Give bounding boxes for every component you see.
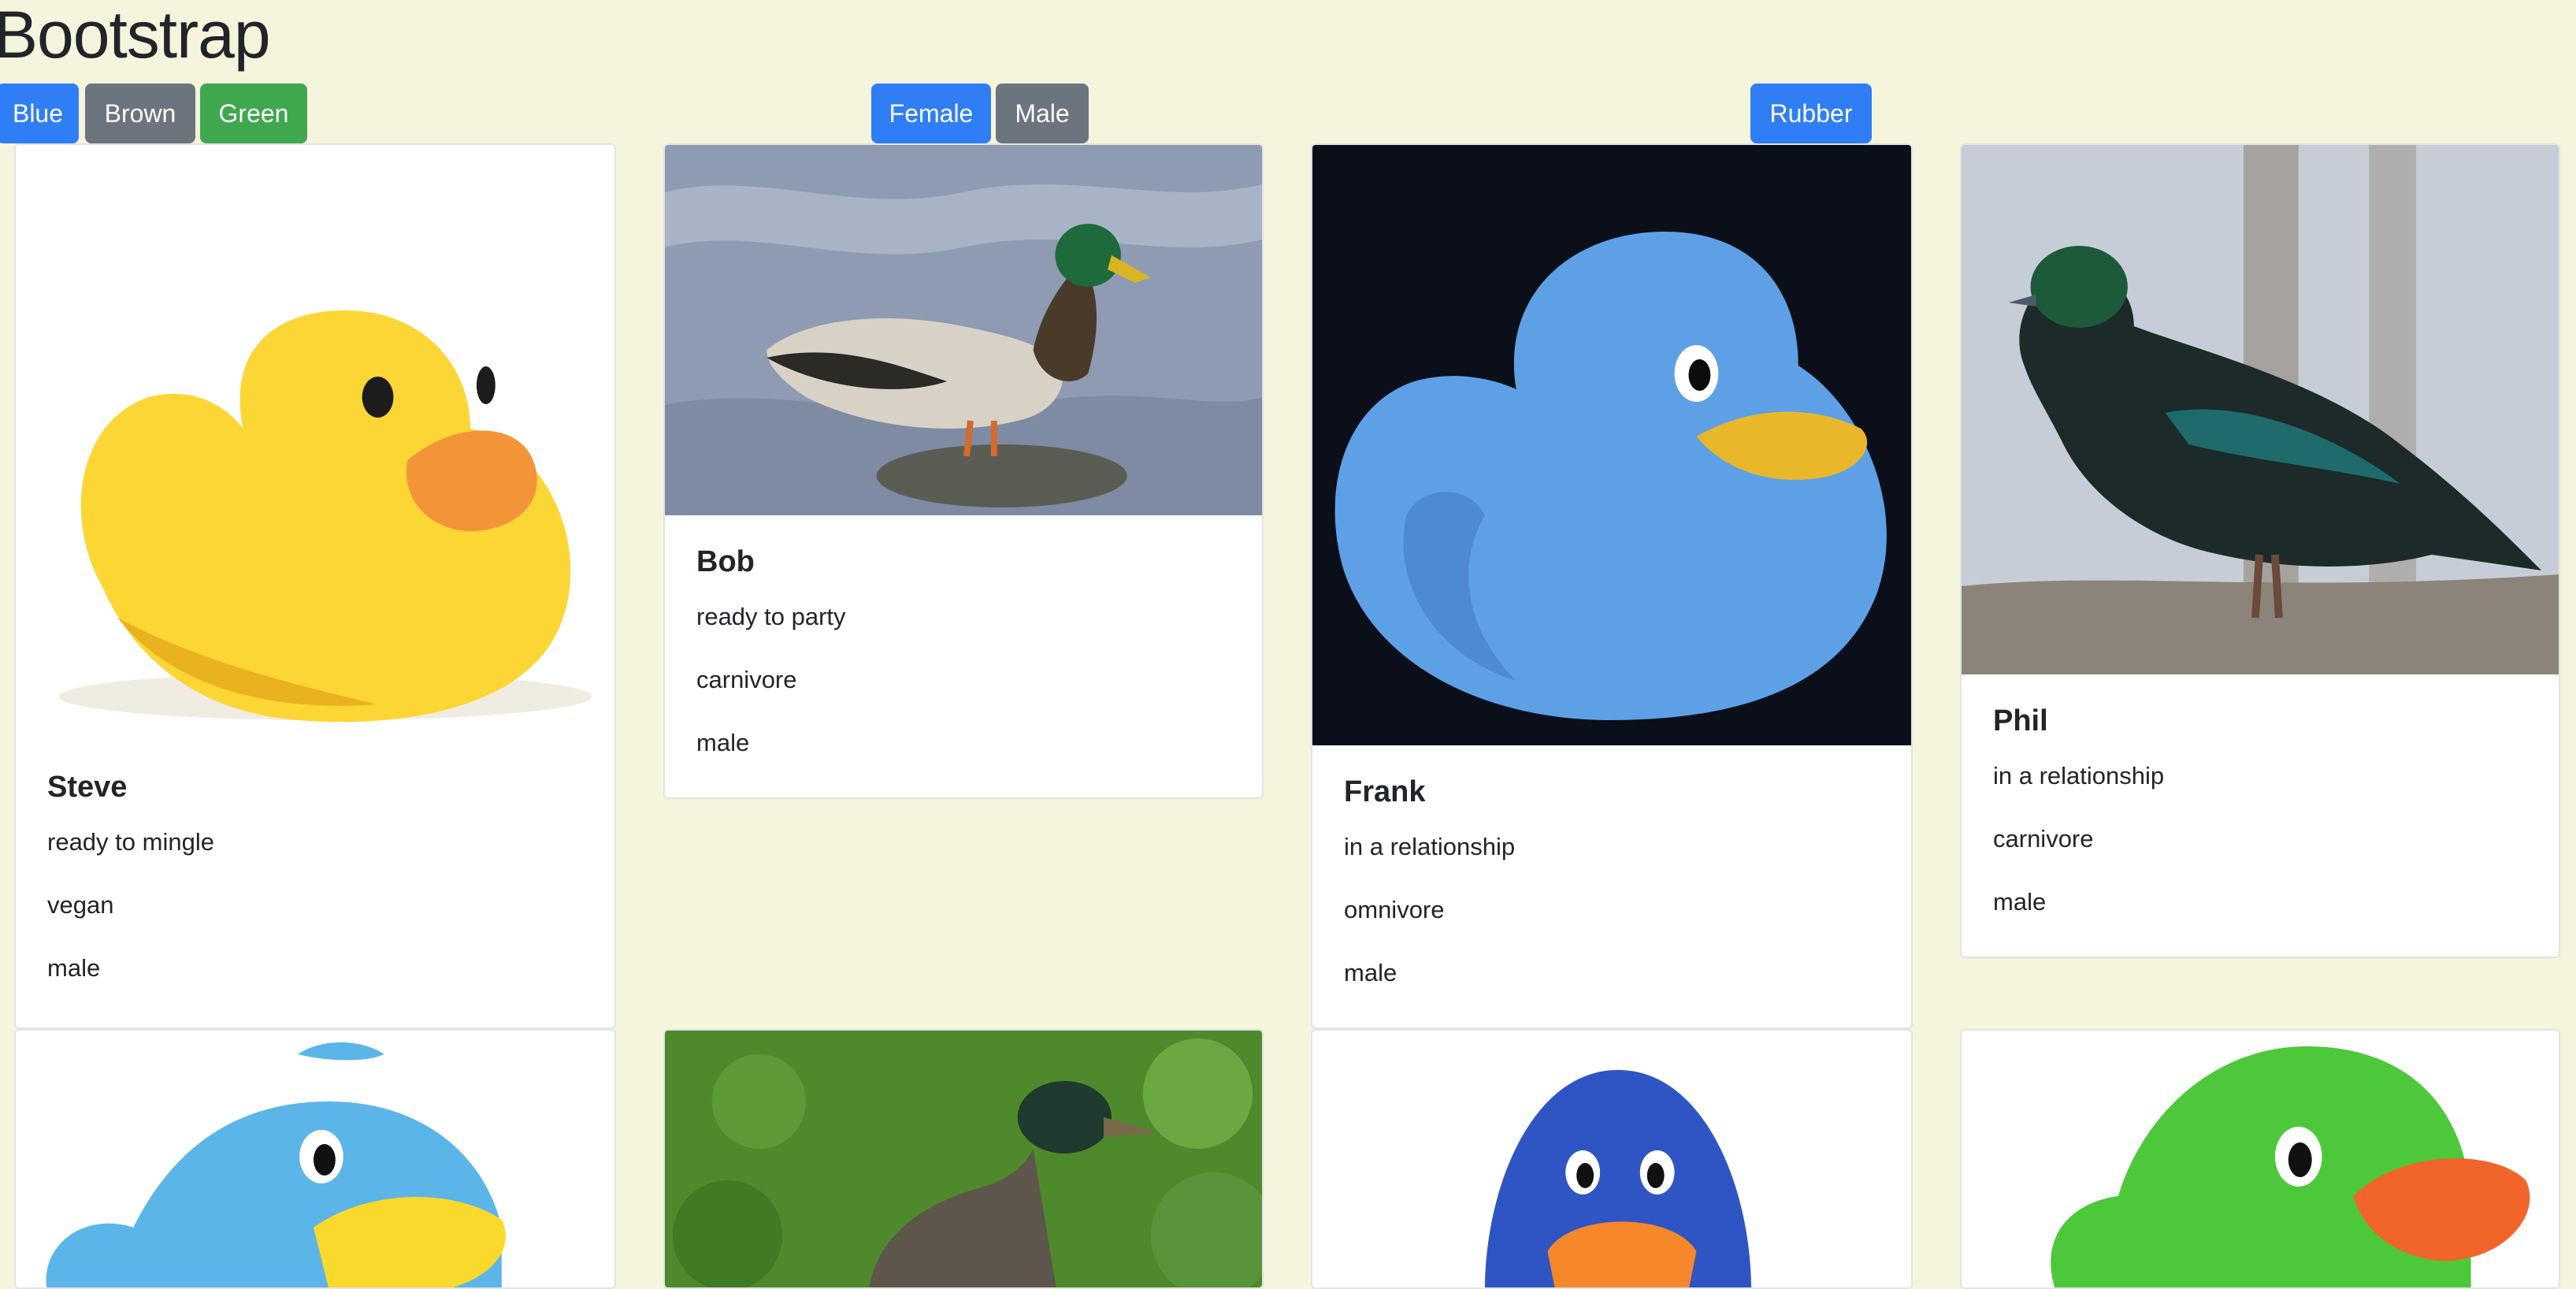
- duck-image-mallard: [665, 1031, 1262, 1287]
- duck-image-phil: [1962, 145, 2559, 674]
- duck-image-steve: [16, 145, 614, 741]
- duck-card-phil: Phil in a relationship carnivore male: [1960, 143, 2560, 958]
- duck-card-frank: Frank in a relationship omnivore male: [1311, 143, 1913, 1029]
- card-status: ready to mingle: [47, 828, 214, 856]
- card-diet: carnivore: [696, 666, 797, 693]
- card-gender: male: [1344, 959, 1397, 986]
- card-gender: male: [1993, 888, 2047, 916]
- card-gender: male: [696, 729, 750, 756]
- filter-rubber-button[interactable]: Rubber: [1750, 84, 1872, 143]
- duck-image-frank: [1312, 145, 1911, 745]
- filter-green-button[interactable]: Green: [200, 84, 307, 143]
- duck-card-light-blue: [14, 1029, 616, 1289]
- filter-female-button[interactable]: Female: [871, 84, 991, 143]
- duck-image-light-blue: [16, 1031, 614, 1287]
- duck-card-green: [1960, 1029, 2560, 1289]
- filter-male-button[interactable]: Male: [996, 84, 1089, 143]
- duck-image-green: [1962, 1031, 2559, 1287]
- duck-card-dark-blue: [1311, 1029, 1913, 1289]
- card-diet: carnivore: [1993, 825, 2094, 853]
- duck-card-steve: Steve ready to mingle vegan male: [14, 143, 616, 1029]
- card-title: Phil: [1993, 704, 2048, 737]
- duck-card-mallard: [663, 1029, 1264, 1289]
- filter-blue-button[interactable]: Blue: [0, 84, 79, 143]
- card-diet: omnivore: [1344, 896, 1445, 923]
- duck-card-bob: Bob ready to party carnivore male: [663, 143, 1264, 799]
- page-title: Bootstrap: [0, 0, 271, 72]
- duck-image-dark-blue: [1312, 1031, 1911, 1287]
- card-diet: vegan: [47, 891, 114, 919]
- duck-image-bob: [665, 145, 1262, 515]
- card-status: in a relationship: [1993, 762, 2165, 789]
- card-status: in a relationship: [1344, 833, 1516, 860]
- card-title: Steve: [47, 771, 128, 804]
- card-status: ready to party: [696, 603, 846, 630]
- card-title: Frank: [1344, 775, 1426, 808]
- card-gender: male: [47, 954, 101, 982]
- card-title: Bob: [696, 545, 755, 578]
- filter-brown-button[interactable]: Brown: [85, 84, 195, 143]
